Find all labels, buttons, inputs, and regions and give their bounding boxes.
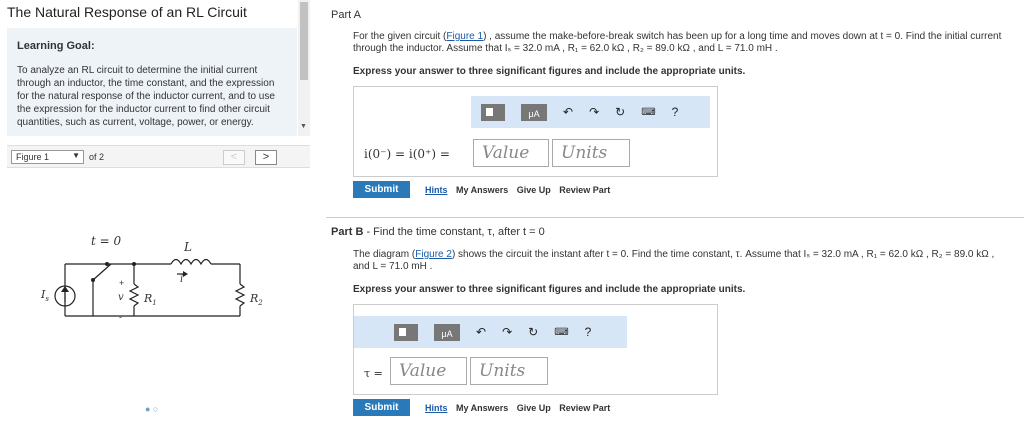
keyboard-icon[interactable]: ⌨ bbox=[554, 327, 568, 338]
part-a-answer-box: μA ↶ ↷ ↻ ⌨ ? i(0⁻) = i(0⁺) = Value Units bbox=[353, 86, 718, 177]
redo-icon[interactable]: ↷ bbox=[502, 325, 512, 339]
part-a-hints-link[interactable]: Hints bbox=[425, 185, 448, 195]
chevron-down-icon: ▼ bbox=[72, 151, 80, 160]
keyboard-icon[interactable]: ⌨ bbox=[641, 107, 655, 118]
part-b-value-input[interactable]: Value bbox=[390, 357, 467, 385]
templates-icon[interactable] bbox=[394, 323, 418, 341]
part-b-submit-button[interactable]: Submit bbox=[353, 399, 410, 416]
part-a-title: Part A bbox=[331, 9, 361, 21]
part-b-give-up-link[interactable]: Give Up bbox=[517, 403, 551, 413]
part-b-units-input[interactable]: Units bbox=[470, 357, 548, 385]
undo-icon[interactable]: ↶ bbox=[476, 325, 486, 339]
figure-select[interactable]: Figure 1 ▼ bbox=[11, 150, 84, 164]
scrollbar-thumb[interactable] bbox=[300, 2, 308, 80]
part-a-units-input[interactable]: Units bbox=[552, 139, 630, 167]
voltage-plus-label: + bbox=[119, 278, 125, 288]
current-label: i bbox=[180, 274, 184, 285]
part-divider bbox=[326, 217, 1024, 218]
learning-goal-text: To analyze an RL circuit to determine th… bbox=[17, 65, 275, 128]
scroll-down-arrow-icon[interactable]: ▼ bbox=[300, 123, 307, 130]
right-panel: Part A For the given circuit (Figure 1) … bbox=[318, 0, 1024, 431]
part-a-value-input[interactable]: Value bbox=[473, 139, 549, 167]
problem-title: The Natural Response of an RL Circuit bbox=[7, 4, 247, 20]
figure-1-link[interactable]: Figure 1 bbox=[446, 31, 483, 42]
part-a-instruction: Express your answer to three significant… bbox=[353, 66, 746, 77]
part-b-title: Part B - Find the time constant, τ, afte… bbox=[331, 226, 545, 238]
part-a-review-part-link[interactable]: Review Part bbox=[559, 185, 610, 195]
figure-2-link[interactable]: Figure 2 bbox=[415, 249, 452, 260]
figure-select-value: Figure 1 bbox=[16, 152, 50, 162]
part-b-instruction: Express your answer to three significant… bbox=[353, 284, 746, 295]
units-icon[interactable]: μA bbox=[521, 103, 547, 121]
help-icon[interactable]: ? bbox=[585, 325, 592, 339]
part-b-review-part-link[interactable]: Review Part bbox=[559, 403, 610, 413]
inductor-label: L bbox=[184, 240, 192, 254]
circuit-diagram bbox=[54, 258, 246, 317]
part-a-my-answers-link[interactable]: My Answers bbox=[456, 185, 508, 195]
left-panel: The Natural Response of an RL Circuit Le… bbox=[0, 0, 312, 431]
figure-navigation-bar: Figure 1 ▼ of 2 < > bbox=[7, 145, 310, 168]
voltage-label: v bbox=[118, 292, 124, 303]
figure-count: of 2 bbox=[89, 152, 105, 162]
reset-icon[interactable]: ↻ bbox=[615, 105, 625, 119]
learning-goal-scrollbar[interactable]: ▼ bbox=[298, 0, 310, 136]
part-b-links: Hints My Answers Give Up Review Part bbox=[425, 403, 616, 413]
figure-pager-dots[interactable]: ● ○ bbox=[145, 404, 158, 414]
previous-figure-button[interactable]: < bbox=[223, 150, 245, 165]
voltage-minus-label: - bbox=[119, 312, 122, 322]
learning-goal-box: Learning Goal: To analyze an RL circuit … bbox=[7, 28, 297, 136]
switch-time-label: t = 0 bbox=[91, 234, 122, 248]
part-b-equation-label: τ = bbox=[364, 367, 383, 380]
learning-goal-heading: Learning Goal: bbox=[17, 40, 95, 52]
part-a-submit-button[interactable]: Submit bbox=[353, 181, 410, 198]
part-b-hints-link[interactable]: Hints bbox=[425, 403, 448, 413]
templates-icon[interactable] bbox=[481, 103, 505, 121]
part-b-answer-box: μA ↶ ↷ ↻ ⌨ ? τ = Value Units bbox=[353, 304, 718, 395]
r2-label: R2 bbox=[250, 292, 263, 308]
part-a-problem-text: For the given circuit (Figure 1) , assum… bbox=[353, 31, 1002, 54]
reset-icon[interactable]: ↻ bbox=[528, 325, 538, 339]
part-a-give-up-link[interactable]: Give Up bbox=[517, 185, 551, 195]
part-a-toolbar: μA ↶ ↷ ↻ ⌨ ? bbox=[471, 96, 710, 128]
next-figure-button[interactable]: > bbox=[255, 150, 277, 165]
figure-area: t = 0 L i Is + v - R1 R2 ● ○ bbox=[7, 168, 310, 431]
part-a-equation-label: i(0⁻) = i(0⁺) = bbox=[364, 147, 450, 161]
part-b-problem-text: The diagram (Figure 2) shows the circuit… bbox=[353, 249, 995, 272]
part-b-toolbar: μA ↶ ↷ ↻ ⌨ ? bbox=[354, 316, 627, 348]
units-icon[interactable]: μA bbox=[434, 323, 460, 341]
undo-icon[interactable]: ↶ bbox=[563, 105, 573, 119]
help-icon[interactable]: ? bbox=[672, 105, 679, 119]
source-label: Is bbox=[41, 288, 49, 304]
redo-icon[interactable]: ↷ bbox=[589, 105, 599, 119]
part-a-links: Hints My Answers Give Up Review Part bbox=[425, 185, 616, 195]
part-b-my-answers-link[interactable]: My Answers bbox=[456, 403, 508, 413]
r1-label: R1 bbox=[144, 292, 157, 308]
